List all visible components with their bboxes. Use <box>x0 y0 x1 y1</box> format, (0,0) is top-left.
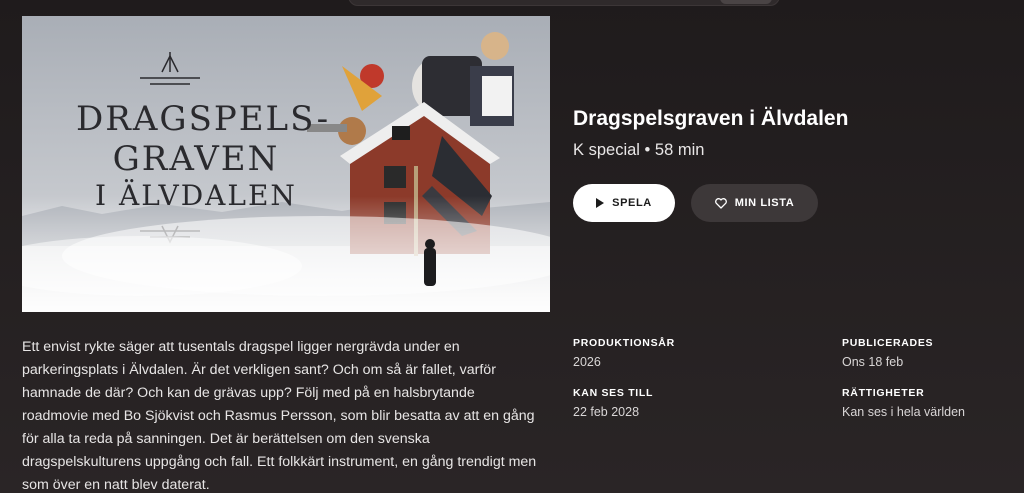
published-value: Ons 18 feb <box>842 355 904 369</box>
available-until-label: KAN SES TILL <box>573 387 654 399</box>
heart-icon <box>714 197 727 209</box>
available-until-value: 22 feb 2028 <box>573 405 640 419</box>
hero-title-art: DRAGSPELS- GRAVEN I ÄLVDALEN <box>76 99 331 216</box>
search-button[interactable] <box>720 0 772 4</box>
program-description: Ett envist rykte säger att tusentals dra… <box>22 339 537 493</box>
hero-title-line-2: GRAVEN <box>112 139 280 179</box>
play-button-label: SPELA <box>612 197 652 209</box>
top-bar <box>0 0 1024 10</box>
play-icon <box>596 198 605 208</box>
search-input[interactable] <box>348 0 780 6</box>
program-subtitle: K special • 58 min <box>573 141 705 159</box>
published-label: PUBLICERADES <box>842 337 934 349</box>
program-title: Dragspelsgraven i Älvdalen <box>573 107 849 130</box>
hero-image[interactable]: DRAGSPELS- GRAVEN I ÄLVDALEN <box>22 16 550 312</box>
hero-title-line-1: DRAGSPELS- <box>76 99 331 139</box>
play-button[interactable]: SPELA <box>573 184 675 222</box>
production-year-value: 2026 <box>573 355 601 369</box>
my-list-button-label: MIN LISTA <box>734 197 795 209</box>
program-page: DRAGSPELS- GRAVEN I ÄLVDALEN Dragspelsgr… <box>0 0 1024 493</box>
my-list-button[interactable]: MIN LISTA <box>691 184 818 222</box>
production-year-label: PRODUKTIONSÅR <box>573 337 675 349</box>
rights-label: RÄTTIGHETER <box>842 387 925 399</box>
rights-value: Kan ses i hela världen <box>842 405 965 419</box>
hero-title-line-3: I ÄLVDALEN <box>95 179 297 212</box>
